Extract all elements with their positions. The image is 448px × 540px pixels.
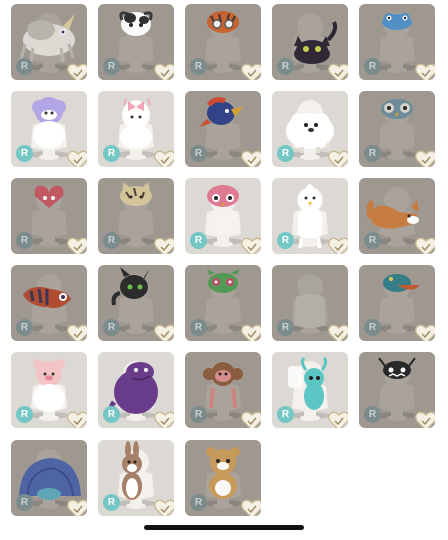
costume-card-blue-frog-hat[interactable]: R [359,4,435,80]
costume-card-blue-owl-hat[interactable]: R [359,91,435,167]
rarity-badge: R [364,58,381,75]
heart-icon[interactable] [414,62,435,80]
heart-icon[interactable] [153,498,174,516]
heart-icon[interactable] [327,62,348,80]
rarity-badge: R [16,58,33,75]
heart-icon[interactable] [414,236,435,254]
costume-card-teddy-bear-costume[interactable]: R [185,440,261,516]
rarity-badge: R [103,406,120,423]
costume-card-tiger-goggles-hat[interactable]: R [185,4,261,80]
costume-card-fox-tail[interactable]: R [359,178,435,254]
heart-icon[interactable] [66,498,87,516]
costume-card-tabby-cat-hat[interactable]: R [98,178,174,254]
costume-card-ghost-costume[interactable]: R [272,265,348,341]
costume-card-pink-monkey-hat[interactable]: R [185,352,261,428]
heart-icon[interactable] [66,323,87,341]
rarity-badge: R [190,232,207,249]
rarity-badge: R [364,232,381,249]
costume-card-pink-bear-hat[interactable]: R [11,352,87,428]
heart-icon[interactable] [153,410,174,428]
heart-icon[interactable] [327,323,348,341]
rarity-badge: R [364,145,381,162]
heart-icon[interactable] [414,149,435,167]
rarity-badge: R [103,58,120,75]
heart-icon[interactable] [327,149,348,167]
rarity-badge: R [364,319,381,336]
costume-card-parrot-hat[interactable]: R [185,91,261,167]
rarity-badge: R [190,145,207,162]
heart-icon[interactable] [240,323,261,341]
heart-icon[interactable] [240,498,261,516]
rarity-badge: R [190,58,207,75]
heart-icon[interactable] [153,323,174,341]
rarity-badge: R [103,494,120,511]
heart-icon[interactable] [240,149,261,167]
home-indicator [144,525,304,530]
costume-card-white-bird-costume[interactable]: R [272,178,348,254]
rarity-badge: R [277,232,294,249]
heart-icon[interactable] [66,62,87,80]
costume-card-pink-bow-hat[interactable]: R [98,91,174,167]
costume-card-bunny-costume[interactable]: R [98,440,174,516]
costume-card-blue-shell-costume[interactable]: R [11,440,87,516]
rarity-badge: R [16,406,33,423]
heart-icon[interactable] [66,149,87,167]
heart-icon[interactable] [327,236,348,254]
costume-card-teal-cap[interactable]: R [359,265,435,341]
rarity-badge: R [16,319,33,336]
rarity-badge: R [190,406,207,423]
rarity-badge: R [277,406,294,423]
rarity-badge: R [16,145,33,162]
costume-card-gray-unicorn-hat[interactable]: R [11,4,87,80]
rarity-badge: R [103,319,120,336]
rarity-badge: R [277,145,294,162]
costume-card-pink-bird-hat[interactable]: R [185,178,261,254]
heart-icon[interactable] [66,410,87,428]
costume-card-green-monster-hat[interactable]: R [185,265,261,341]
costume-grid: R R R R R R R R R R R R R R R R R R R R R R R R R R R R [0,0,448,540]
costume-card-black-dragon-hat[interactable]: R [98,265,174,341]
heart-icon[interactable] [414,323,435,341]
rarity-badge: R [16,232,33,249]
costume-card-white-dog-costume[interactable]: R [272,91,348,167]
costume-card-teal-fairy-costume[interactable]: R [272,352,348,428]
costume-card-cow-hat[interactable]: R [98,4,174,80]
heart-icon[interactable] [153,149,174,167]
costume-card-red-heart-hat[interactable]: R [11,178,87,254]
heart-icon[interactable] [240,62,261,80]
costume-card-red-panda-tail[interactable]: R [11,265,87,341]
rarity-badge: R [103,232,120,249]
rarity-badge: R [103,145,120,162]
costume-card-purple-dino-costume[interactable]: R [98,352,174,428]
heart-icon[interactable] [240,236,261,254]
heart-icon[interactable] [153,62,174,80]
heart-icon[interactable] [414,410,435,428]
heart-icon[interactable] [327,410,348,428]
heart-icon[interactable] [153,236,174,254]
costume-card-black-beetle-hat[interactable]: R [359,352,435,428]
rarity-badge: R [364,406,381,423]
costume-card-purple-sheep-hat[interactable]: R [11,91,87,167]
rarity-badge: R [277,319,294,336]
heart-icon[interactable] [240,410,261,428]
rarity-badge: R [16,494,33,511]
rarity-badge: R [190,494,207,511]
heart-icon[interactable] [66,236,87,254]
costume-card-black-cat-hat[interactable]: R [272,4,348,80]
rarity-badge: R [190,319,207,336]
rarity-badge: R [277,58,294,75]
